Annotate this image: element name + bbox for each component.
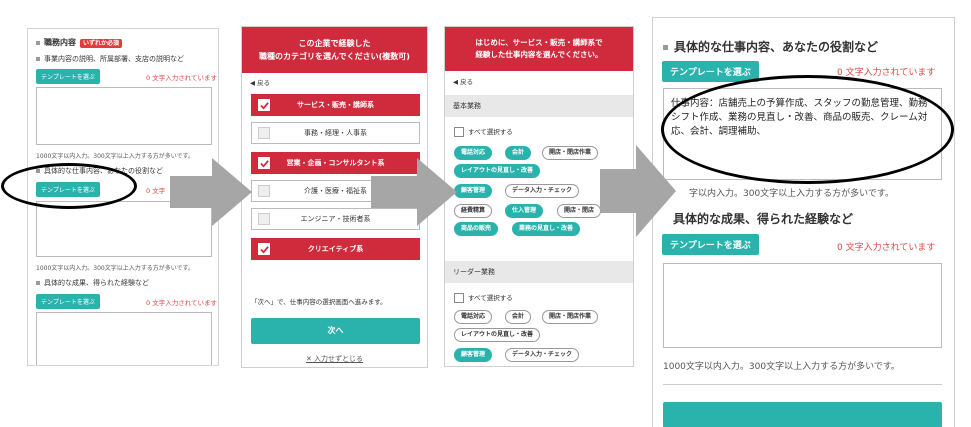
template-button-2[interactable]: テンプレートを選ぶ: [662, 234, 759, 255]
task-chip[interactable]: データ入力・チェック: [505, 348, 580, 362]
checkbox-empty-icon: [258, 213, 270, 225]
leader-tasks-heading: リーダー業務: [445, 261, 633, 283]
category-header: この企業で経験した 職種のカテゴリを選んでください(複数可): [242, 27, 427, 73]
back-link[interactable]: ◀ 戻る: [250, 77, 270, 87]
template-button-3[interactable]: テンプレートを選ぶ: [36, 294, 100, 309]
highlight-ellipse: [1, 163, 137, 209]
next-button[interactable]: 次へ: [251, 318, 420, 344]
arrow-right-icon: [170, 158, 252, 226]
task-chip[interactable]: レイアウトの見直し・改善: [454, 328, 541, 342]
char-count-3: 0 文字入力されています: [146, 299, 218, 307]
char-count-2: 0 文字: [146, 187, 166, 195]
section-title: 職務内容 いずれか必須: [36, 37, 123, 48]
task-chip[interactable]: 商品の販売: [454, 222, 499, 236]
checkbox-empty-icon: [454, 293, 464, 303]
checkbox-empty-icon: [258, 185, 270, 197]
task-chip[interactable]: 会計: [505, 146, 532, 160]
category-option-service[interactable]: サービス・販売・講師系: [251, 94, 420, 116]
task-chip[interactable]: 経費精算: [454, 204, 493, 218]
back-link[interactable]: ◀ 戻る: [453, 76, 473, 86]
checkbox-empty-icon: [454, 127, 464, 137]
task-chip[interactable]: 顧客管理: [454, 184, 493, 198]
question-job-role-title: 具体的な仕事内容、あなたの役割など: [663, 38, 878, 55]
char-count-1: 0 文字入力されています: [146, 74, 218, 82]
task-chip[interactable]: 電話対応: [454, 146, 493, 160]
checkbox-checked-icon: [258, 99, 270, 111]
category-option-office[interactable]: 事務・経理・人事系: [251, 122, 420, 144]
task-chip[interactable]: 開店・閉店作業: [542, 146, 599, 160]
bullet-icon: [36, 57, 40, 61]
next-note: 「次へ」で、仕事内容の選択画面へ進みます。: [251, 298, 387, 306]
limit-note-2: 1000文字以内入力。300文字以上入力する方が多いです。: [36, 265, 194, 272]
textarea-1[interactable]: [36, 87, 212, 145]
task-chip[interactable]: 仕入管理: [505, 204, 544, 218]
task-chip[interactable]: 電話対応: [454, 310, 493, 324]
task-chip[interactable]: データ入力・チェック: [505, 184, 580, 198]
task-chip[interactable]: 会計: [505, 310, 532, 324]
highlight-ellipse: [661, 75, 954, 184]
select-all-basic[interactable]: すべて選択する: [454, 126, 513, 137]
select-all-leader[interactable]: すべて選択する: [454, 292, 513, 303]
required-tag: いずれか必須: [80, 39, 123, 48]
close-without-input-link[interactable]: ✕ 入力せずとじる: [242, 354, 427, 364]
bullet-icon: [36, 281, 40, 285]
category-option-creative[interactable]: クリエイティブ系: [251, 238, 420, 260]
checkbox-empty-icon: [258, 127, 270, 139]
task-chip[interactable]: 顧客管理: [454, 348, 493, 362]
basic-tasks-heading: 基本業務: [445, 95, 633, 117]
template-button[interactable]: テンプレートを選ぶ: [662, 61, 759, 82]
bullet-icon: [36, 40, 40, 45]
task-header: はじめに、サービス・販売・講師系で 経験した仕事内容を選んでください。: [445, 27, 633, 71]
bullet-icon: [663, 45, 668, 50]
submit-button[interactable]: [663, 402, 942, 427]
task-chip[interactable]: 開店・閉店: [557, 204, 602, 218]
task-chip[interactable]: 開店・閉店作業: [542, 310, 599, 324]
achievements-textarea[interactable]: [663, 263, 942, 348]
question-achievements-title: 具体的な成果、得られた経験など: [673, 212, 854, 226]
question-business-description: 事業内容の説明、所属部署、支店の説明など: [36, 54, 184, 64]
textarea-3[interactable]: [36, 312, 212, 365]
checkbox-checked-icon: [258, 157, 270, 169]
task-chip[interactable]: レイアウトの見直し・改善: [454, 164, 541, 178]
arrow-right-icon: [600, 145, 676, 237]
template-button-1[interactable]: テンプレートを選ぶ: [36, 69, 100, 84]
divider: [663, 384, 942, 385]
arrow-right-icon: [371, 158, 457, 226]
question-achievements: 具体的な成果、得られた経験など: [36, 278, 149, 288]
task-chip[interactable]: 業務の見直し・改善: [512, 222, 581, 236]
checkbox-checked-icon: [258, 243, 270, 255]
char-count: 0 文字入力されています: [837, 68, 936, 78]
limit-note-1000: 1000文字以内入力。300文字以上入力する方が多いです。: [663, 362, 900, 372]
char-count-2: 0 文字入力されています: [837, 243, 936, 253]
limit-note-300: 字以内入力。300文字以上入力する方が多いです。: [689, 189, 895, 199]
